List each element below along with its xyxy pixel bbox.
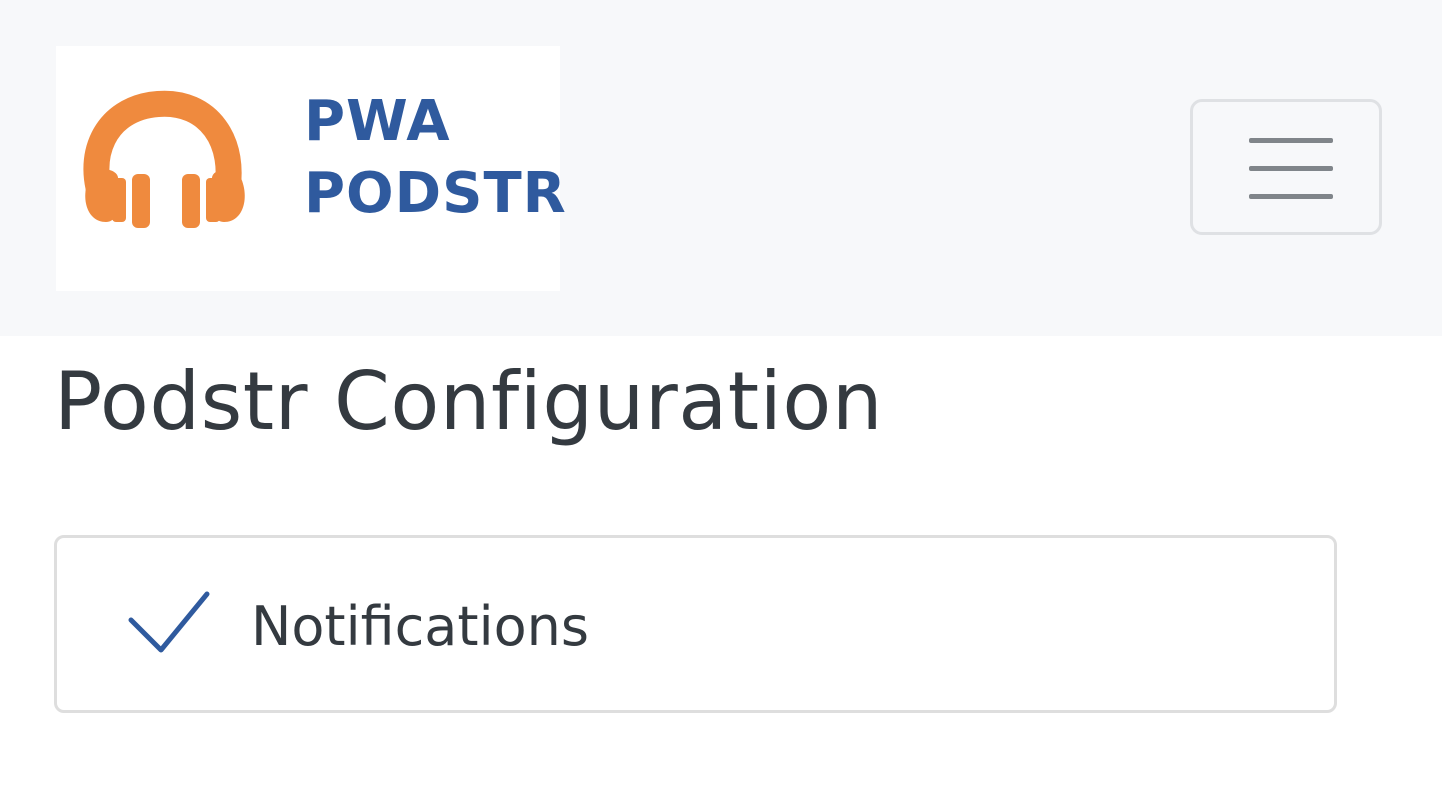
notifications-toggle[interactable]: Notifications (54, 535, 1337, 713)
logo-text-line2: PODSTR (304, 161, 567, 226)
hamburger-bar (1249, 138, 1333, 143)
checkmark-icon (128, 591, 210, 653)
logo-text-line1: PWA (304, 89, 451, 154)
notifications-label: Notifications (251, 595, 589, 658)
hamburger-bar (1249, 194, 1333, 199)
navbar: PWA PODSTR (0, 0, 1442, 336)
hamburger-bar (1249, 166, 1333, 171)
hamburger-menu-button[interactable] (1190, 99, 1382, 235)
brand-logo[interactable]: PWA PODSTR (56, 46, 566, 291)
page-title: Podstr Configuration (54, 355, 884, 448)
